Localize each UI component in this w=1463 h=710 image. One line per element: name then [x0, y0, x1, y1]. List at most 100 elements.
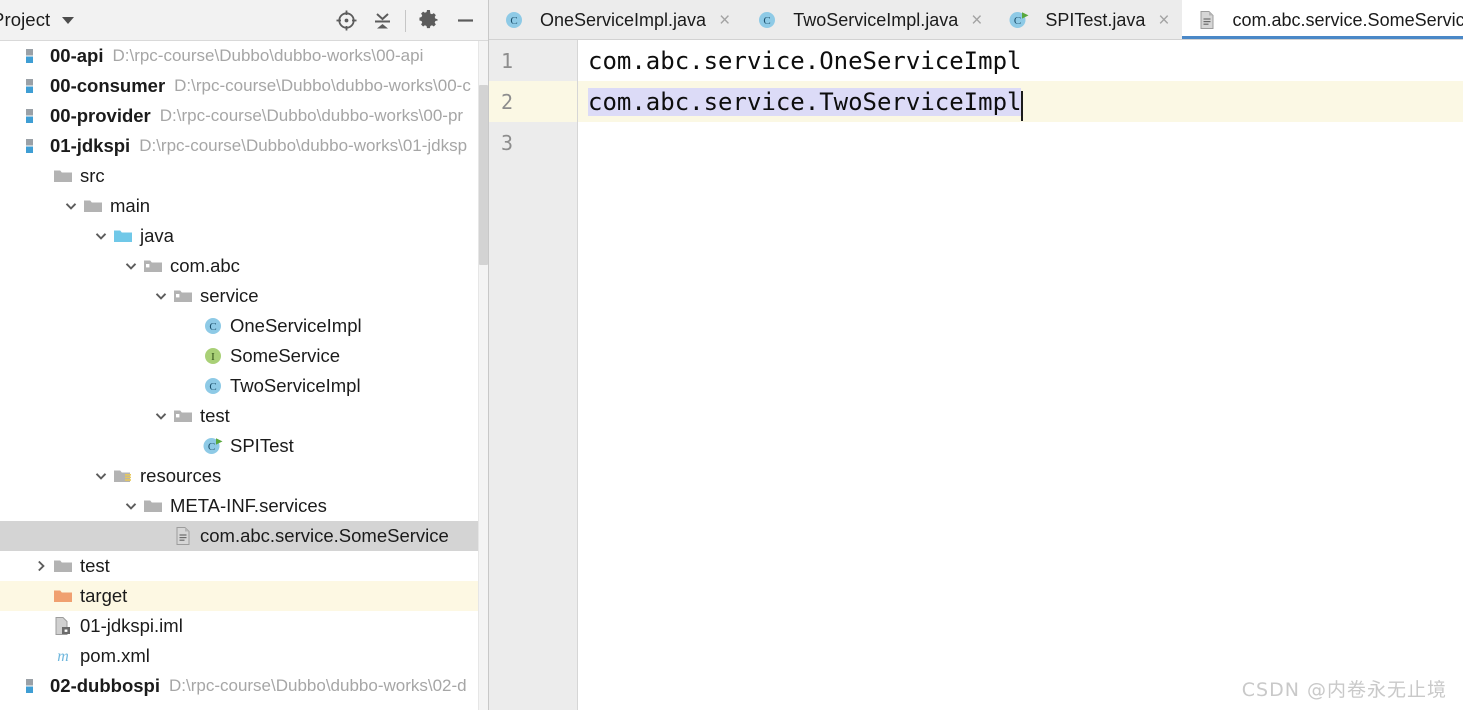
editor-tab-spitest-java[interactable]: C SPITest.java × — [994, 0, 1182, 40]
iml-file-icon — [52, 615, 74, 637]
text-caret — [1021, 90, 1024, 121]
folder-icon — [52, 555, 74, 577]
module-icon — [22, 135, 44, 157]
tree-row-someservice[interactable]: I SomeService — [0, 341, 489, 371]
close-icon[interactable]: × — [719, 11, 730, 30]
tree-row-target[interactable]: target — [0, 581, 489, 611]
tree-row-label: target — [80, 585, 128, 606]
line-number: 1 — [501, 48, 514, 73]
minimize-icon[interactable] — [447, 4, 483, 38]
tree-row-label: 00-consumer — [50, 75, 166, 96]
editor-tab-oneserviceimpl-java[interactable]: C OneServiceImpl.java × — [489, 0, 743, 40]
tree-row-src[interactable]: src — [0, 161, 489, 191]
code-line[interactable] — [578, 122, 1463, 163]
gear-icon[interactable] — [411, 4, 447, 38]
watermark: CSDN @内卷永无止境 — [1241, 679, 1447, 701]
editor-gutter: 1 2 3 — [489, 40, 578, 710]
project-tree[interactable]: 00-api D:\rpc-course\Dubbo\dubbo-works\00… — [0, 41, 489, 710]
tree-row-label: 01-jdkspi — [50, 135, 131, 156]
svg-text:C: C — [209, 321, 216, 333]
editor-tab-com-abc-service-someservice[interactable]: com.abc.service.SomeService× — [1181, 0, 1463, 40]
tree-row-oneserviceimpl[interactable]: C OneServiceImpl — [0, 311, 489, 341]
tree-row-label: pom.xml — [80, 645, 150, 666]
tree-row-02-dubbospi[interactable]: 02-dubbospi D:\rpc-course\Dubbo\dubbo-wor… — [0, 671, 489, 701]
resources-folder-icon — [112, 465, 134, 487]
java-test-class-icon: C — [1008, 9, 1030, 31]
close-icon[interactable]: × — [971, 11, 982, 30]
chevron-down-icon[interactable] — [62, 16, 75, 24]
svg-text:C: C — [209, 381, 216, 393]
tree-expand-arrow-open[interactable] — [150, 281, 172, 311]
tree-arrow-spacer — [30, 611, 52, 641]
tree-row-label: test — [80, 555, 110, 576]
tree-row-00-consumer[interactable]: 00-consumer D:\rpc-course\Dubbo\dubbo-wor… — [0, 71, 489, 101]
excluded-folder-icon — [52, 585, 74, 607]
tree-row-test[interactable]: test — [0, 551, 489, 581]
editor-tab-bar: C OneServiceImpl.java × C TwoServiceImpl.jav… — [489, 0, 1463, 40]
svg-text:m: m — [57, 648, 69, 665]
text-file-icon — [1196, 9, 1218, 31]
module-icon — [22, 75, 44, 97]
tree-row-label: OneServiceImpl — [230, 315, 362, 336]
tree-row-01-jdkspi-iml[interactable]: 01-jdkspi.iml — [0, 611, 489, 641]
tree-row-path: D:\rpc-course\Dubbo\dubbo-works\02-d — [168, 676, 467, 695]
tree-row-00-api[interactable]: 00-api D:\rpc-course\Dubbo\dubbo-works\00… — [0, 41, 489, 71]
tree-row-test[interactable]: test — [0, 401, 489, 431]
toolbar-separator — [405, 9, 406, 32]
tree-row-label: com.abc.service.SomeService — [200, 525, 449, 546]
tree-arrow-spacer — [0, 131, 22, 161]
tree-expand-arrow-closed[interactable] — [30, 551, 52, 581]
editor-tab-label: com.abc.service.SomeService — [1232, 9, 1463, 30]
code-line[interactable]: com.abc.service.OneServiceImpl — [578, 40, 1463, 81]
tree-row-path: D:\rpc-course\Dubbo\dubbo-works\00-c — [174, 76, 471, 95]
text-file-icon — [172, 525, 194, 547]
tree-row-label: META-INF.services — [170, 495, 327, 516]
tree-row-00-provider[interactable]: 00-provider D:\rpc-course\Dubbo\dubbo-wor… — [0, 101, 489, 131]
tree-row-label: 01-jdkspi.iml — [80, 615, 183, 636]
tree-arrow-spacer — [180, 431, 202, 461]
sidebar-scrollbar-thumb[interactable] — [479, 85, 488, 265]
tree-row-label: test — [200, 405, 230, 426]
project-toolbar: Project — [0, 0, 489, 41]
tree-row-label: 00-api — [50, 45, 104, 66]
java-interface-icon: I — [202, 345, 224, 367]
module-icon — [22, 45, 44, 67]
module-icon — [22, 675, 44, 697]
tree-expand-arrow-open[interactable] — [120, 251, 142, 281]
tree-row-01-jdkspi[interactable]: 01-jdkspi D:\rpc-course\Dubbo\dubbo-works… — [0, 131, 489, 161]
editor-body: 123 com.abc.service.OneServiceImpl com.ab… — [489, 40, 1463, 710]
java-class-icon: C — [756, 9, 778, 31]
tree-expand-arrow-open[interactable] — [90, 221, 112, 251]
tree-row-main[interactable]: main — [0, 191, 489, 221]
tree-expand-arrow-open[interactable] — [90, 461, 112, 491]
project-tool-window: Project — [0, 0, 489, 710]
tree-expand-arrow-open[interactable] — [120, 491, 142, 521]
tree-row-label: SPITest — [230, 435, 294, 456]
tree-row-label: 00-provider — [50, 105, 151, 126]
collapse-all-icon[interactable] — [364, 4, 400, 38]
tree-row-spitest[interactable]: C SPITest — [0, 431, 489, 461]
tree-expand-arrow-open[interactable] — [60, 191, 82, 221]
tree-row-path: D:\rpc-course\Dubbo\dubbo-works\00-pr — [159, 106, 464, 125]
editor-code-region[interactable]: com.abc.service.OneServiceImpl com.abc.se… — [578, 40, 1463, 710]
toolbar-icon-group — [328, 0, 483, 41]
tree-row-java[interactable]: java — [0, 221, 489, 251]
tree-row-com-abc[interactable]: com.abc — [0, 251, 489, 281]
tree-row-pom-xml[interactable]: m pom.xml — [0, 641, 489, 671]
locate-file-icon[interactable] — [328, 4, 364, 38]
tree-arrow-spacer — [0, 41, 22, 71]
editor-tab-label: SPITest.java — [1045, 9, 1146, 30]
tree-row-service[interactable]: service — [0, 281, 489, 311]
tree-row-resources[interactable]: resources — [0, 461, 489, 491]
line-number: 2 — [489, 81, 577, 122]
tree-row-com-abc-service-someservice[interactable]: com.abc.service.SomeService — [0, 521, 489, 551]
project-title-dropdown[interactable]: Project — [0, 9, 75, 31]
tree-row-twoserviceimpl[interactable]: C TwoServiceImpl — [0, 371, 489, 401]
close-icon[interactable]: × — [1158, 11, 1169, 30]
tree-row-meta-inf-services[interactable]: META-INF.services — [0, 491, 489, 521]
svg-text:C: C — [1014, 15, 1021, 27]
tree-expand-arrow-open[interactable] — [150, 401, 172, 431]
code-line-text: com.abc.service.OneServiceImpl — [588, 46, 1022, 75]
editor-tab-twoserviceimpl-java[interactable]: C TwoServiceImpl.java × — [742, 0, 995, 40]
java-class-icon: C — [503, 9, 525, 31]
